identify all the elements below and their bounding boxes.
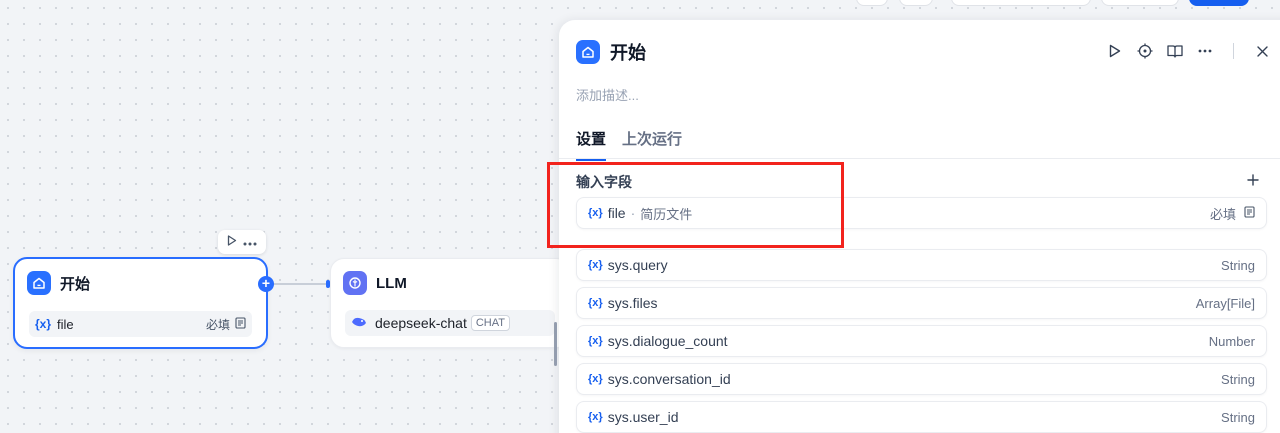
system-var-row: {x} sys.conversation_id String (576, 363, 1267, 395)
deepseek-whale-icon (351, 315, 367, 331)
start-node-title: 开始 (60, 275, 91, 293)
brain-icon (343, 271, 367, 295)
var-name: sys.conversation_id (607, 371, 731, 387)
var-name: sys.query (607, 257, 668, 273)
description-input[interactable]: 添加描述... (576, 85, 639, 104)
required-label: 必填 (205, 317, 230, 332)
home-icon (576, 40, 600, 64)
annotation-highlight-box (547, 162, 844, 248)
variable-icon: {x} (588, 259, 603, 271)
var-type: Array[File] (1195, 295, 1255, 311)
panel-title: 开始 (610, 43, 646, 63)
more-icon[interactable] (1197, 42, 1213, 60)
llm-node-title: LLM (376, 274, 407, 292)
llm-model-row: deepseek-chat CHAT (345, 310, 555, 336)
tab-settings[interactable]: 设置 (576, 128, 607, 161)
node-mini-toolbar (218, 230, 266, 254)
add-field-icon[interactable] (1247, 170, 1259, 191)
variable-icon: {x} (588, 335, 603, 347)
var-name: sys.files (607, 295, 658, 311)
variable-icon: {x} (588, 373, 603, 385)
system-var-row: {x} sys.user_id String (576, 401, 1267, 433)
document-icon (235, 316, 246, 332)
home-icon (27, 271, 51, 295)
resize-handle[interactable] (554, 322, 557, 366)
edge-connector (268, 283, 328, 285)
variable-icon: {x} (588, 411, 603, 423)
variable-icon: {x} (588, 297, 603, 309)
book-icon[interactable] (1167, 42, 1183, 60)
tab-last-run[interactable]: 上次运行 (622, 128, 682, 161)
start-node-variable: {x} file 必填 (29, 311, 252, 337)
document-icon (1244, 205, 1255, 221)
locate-icon[interactable] (1137, 42, 1153, 60)
toolbar-button[interactable] (951, 0, 1091, 6)
close-icon[interactable] (1254, 42, 1270, 60)
var-name: sys.dialogue_count (607, 333, 728, 349)
panel-tabs: 设置 上次运行 (576, 128, 682, 161)
var-type: String (1221, 409, 1255, 425)
more-icon[interactable] (243, 233, 257, 251)
var-type: String (1221, 257, 1255, 273)
required-label: 必填 (1209, 206, 1236, 222)
var-type: Number (1208, 333, 1255, 349)
llm-node[interactable]: LLM deepseek-chat CHAT (330, 258, 570, 348)
start-node[interactable]: 开始 {x} file 必填 (13, 257, 268, 349)
run-icon[interactable] (1107, 42, 1123, 60)
model-tag: CHAT (470, 315, 510, 331)
system-var-row: {x} sys.query String (576, 249, 1267, 281)
toolbar-button[interactable] (899, 0, 933, 6)
var-name: sys.user_id (607, 409, 679, 425)
variable-name: file (57, 316, 74, 332)
toolbar-button[interactable] (856, 0, 888, 6)
model-name: deepseek-chat (375, 315, 467, 331)
add-node-handle-icon[interactable]: + (258, 276, 274, 292)
run-node-icon[interactable] (227, 233, 237, 251)
publish-button[interactable] (1189, 0, 1249, 6)
toolbar-button[interactable] (1101, 0, 1179, 6)
system-var-row: {x} sys.files Array[File] (576, 287, 1267, 319)
divider (1233, 43, 1234, 59)
tabs-divider (559, 158, 1280, 159)
system-var-row: {x} sys.dialogue_count Number (576, 325, 1267, 357)
var-type: String (1221, 371, 1255, 387)
variable-icon: {x} (35, 317, 52, 331)
